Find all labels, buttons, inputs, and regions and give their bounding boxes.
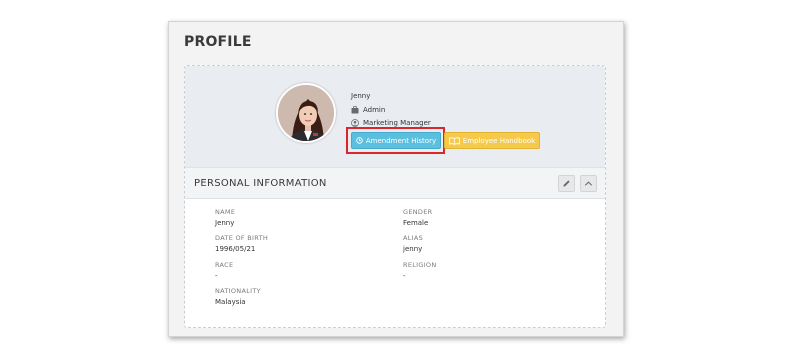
- field-date-of-birth: DATE OF BIRTH 1996/05/21: [215, 234, 269, 253]
- user-position: Marketing Manager: [351, 119, 431, 127]
- briefcase-icon: [351, 106, 359, 114]
- section-title: PERSONAL INFORMATION: [194, 178, 327, 189]
- profile-header: Jenny Admin Marketing Manager Amendment …: [185, 66, 605, 167]
- employee-handbook-button[interactable]: Employee Handbook: [444, 132, 540, 149]
- employee-handbook-label: Employee Handbook: [462, 136, 536, 145]
- book-open-icon: [448, 136, 460, 145]
- user-position-label: Marketing Manager: [363, 119, 431, 127]
- user-circle-icon: [351, 119, 359, 127]
- profile-panel: Jenny Admin Marketing Manager Amendment …: [184, 65, 606, 328]
- chevron-up-icon: [584, 181, 593, 186]
- user-name: Jenny: [351, 92, 371, 100]
- personal-info-header: PERSONAL INFORMATION: [185, 167, 605, 199]
- field-name: NAME Jenny: [215, 208, 236, 227]
- user-role-label: Admin: [363, 106, 386, 114]
- highlight-annotation: [346, 127, 445, 154]
- field-race: RACE -: [215, 261, 234, 280]
- avatar: [276, 83, 336, 143]
- field-alias: ALIAS jenny: [403, 234, 424, 253]
- edit-button[interactable]: [558, 175, 575, 192]
- page-title: PROFILE: [184, 34, 252, 50]
- field-religion: RELIGION -: [403, 261, 437, 280]
- profile-page: PROFILE Jenny Admin Marketing Manager Am…: [168, 21, 624, 337]
- field-nationality: NATIONALITY Malaysia: [215, 287, 261, 306]
- collapse-button[interactable]: [580, 175, 597, 192]
- field-gender: GENDER Female: [403, 208, 433, 227]
- user-role: Admin: [351, 106, 385, 114]
- pencil-icon: [563, 180, 570, 187]
